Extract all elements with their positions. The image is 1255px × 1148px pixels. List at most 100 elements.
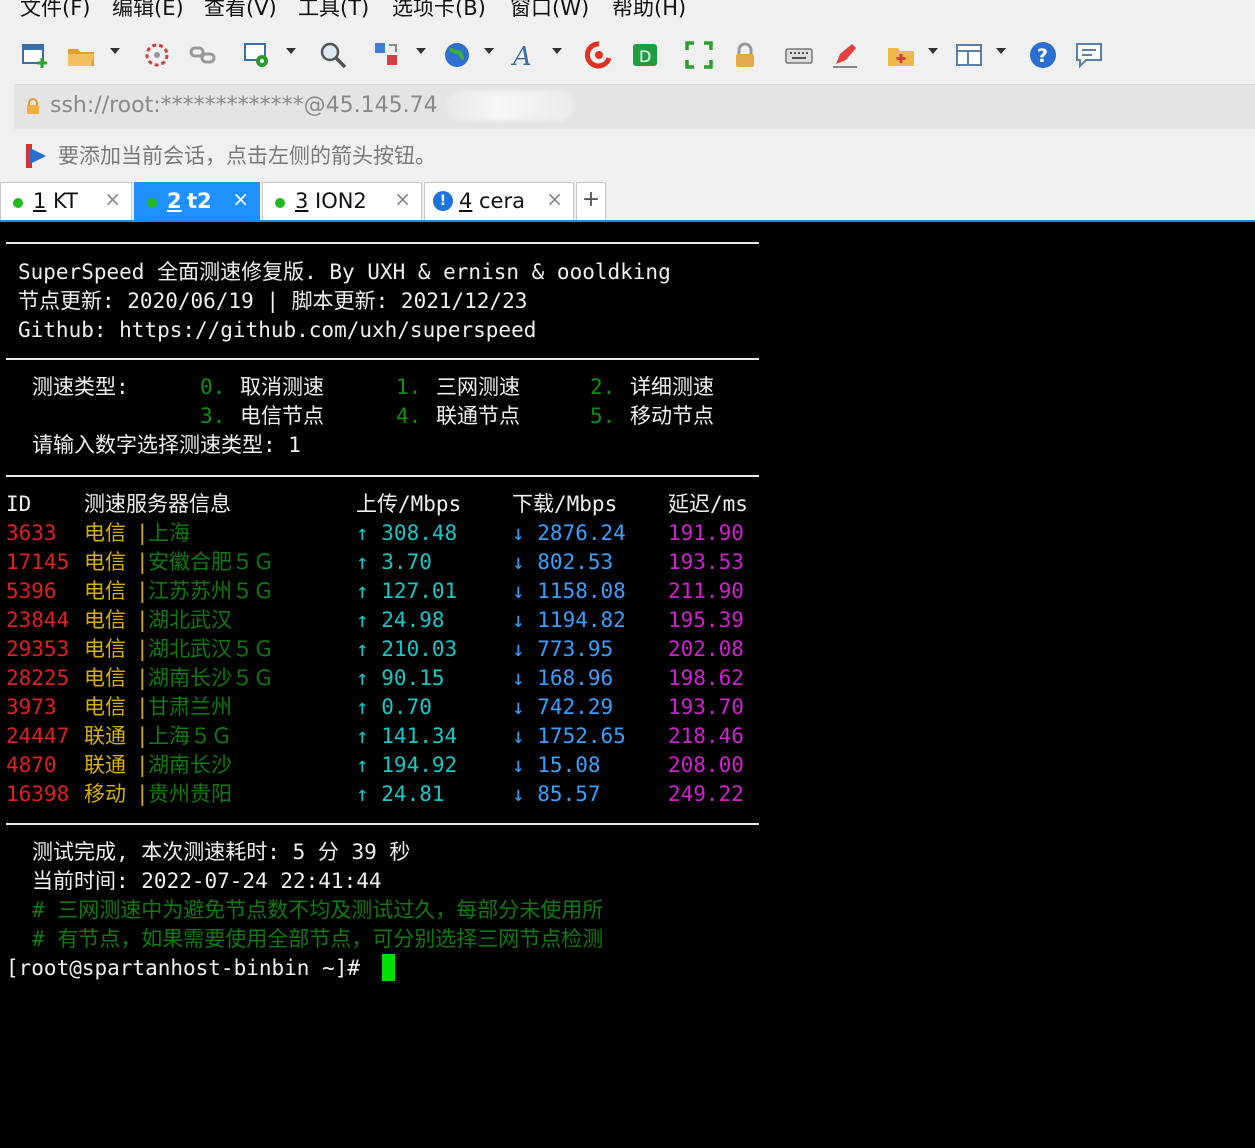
lock-icon bbox=[27, 98, 39, 114]
open-folder-icon[interactable] bbox=[64, 38, 98, 72]
row-location: 江苏苏州５Ｇ bbox=[148, 579, 274, 603]
row-separator: | bbox=[136, 521, 149, 545]
tab-4[interactable]: ! 4 cera × bbox=[424, 182, 574, 220]
redaction-blur bbox=[446, 91, 574, 121]
note-line: # 三网测速中为避免节点数不均及测试过久，每部分未使用所 bbox=[32, 898, 604, 922]
choice-prompt: 请输入数字选择测速类型: 1 bbox=[32, 433, 301, 457]
header-server: 测速服务器信息 bbox=[84, 492, 231, 516]
row-location: 湖南长沙５Ｇ bbox=[148, 666, 274, 690]
layout-icon[interactable] bbox=[952, 38, 986, 72]
menu-view[interactable]: 查看(V) bbox=[204, 0, 277, 22]
menu-tools[interactable]: 工具(T) bbox=[298, 0, 369, 22]
globe-icon[interactable] bbox=[440, 38, 474, 72]
xmanager-icon[interactable]: D bbox=[628, 38, 662, 72]
header-upload: 上传/Mbps bbox=[356, 492, 462, 516]
row-upload: ↑ 24.98 bbox=[356, 608, 445, 632]
banner-line: Github: https://github.com/uxh/superspee… bbox=[18, 318, 537, 342]
row-download: ↓ 773.95 bbox=[512, 637, 614, 661]
row-download: ↓ 85.57 bbox=[512, 782, 601, 806]
row-upload: ↑ 3.70 bbox=[356, 550, 432, 574]
row-separator: | bbox=[136, 579, 149, 603]
row-upload: ↑ 0.70 bbox=[356, 695, 432, 719]
row-id: 29353 bbox=[6, 637, 70, 661]
row-latency: 208.00 bbox=[668, 753, 744, 777]
row-download: ↓ 168.96 bbox=[512, 666, 614, 690]
tab-1[interactable]: 1 KT × bbox=[0, 182, 132, 220]
tab-number: 3 bbox=[295, 189, 309, 213]
new-session-icon[interactable] bbox=[18, 38, 52, 72]
row-id: 3973 bbox=[6, 695, 57, 719]
row-separator: | bbox=[136, 637, 149, 661]
close-tab-icon[interactable]: × bbox=[546, 187, 563, 211]
terminal[interactable]: SuperSpeed 全面测速修复版. By UXH & ernisn & oo… bbox=[0, 224, 1255, 1148]
svg-text:A: A bbox=[511, 42, 532, 70]
row-isp: 电信 bbox=[84, 695, 126, 719]
row-isp: 移动 bbox=[84, 782, 126, 806]
font-icon[interactable]: A bbox=[508, 38, 542, 72]
time-line: 当前时间: 2022-07-24 22:41:44 bbox=[32, 869, 382, 893]
row-location: 湖北武汉 bbox=[148, 608, 232, 632]
chat-icon[interactable] bbox=[1072, 38, 1106, 72]
menu-file[interactable]: 文件(F) bbox=[20, 0, 90, 22]
close-tab-icon[interactable]: × bbox=[232, 187, 249, 211]
address-bar[interactable]: ssh://root:*************@45.145.74 bbox=[14, 84, 1255, 129]
open-dropdown-icon[interactable] bbox=[110, 48, 120, 54]
tab-bar: 1 KT × 2 t2 × 3 ION2 × ! 4 cera × + bbox=[0, 182, 1255, 222]
connected-dot-icon bbox=[275, 198, 285, 208]
window-chrome: 文件(F) 编辑(E) 查看(V) 工具(T) 选项卡(B) 窗口(W) 帮助(… bbox=[0, 0, 1255, 222]
hint-text: 要添加当前会话，点击左侧的箭头按钮。 bbox=[58, 144, 436, 168]
help-icon[interactable]: ? bbox=[1026, 38, 1060, 72]
header-download: 下载/Mbps bbox=[512, 492, 618, 516]
layout-dropdown-icon[interactable] bbox=[996, 48, 1006, 54]
row-latency: 202.08 bbox=[668, 637, 744, 661]
row-isp: 电信 bbox=[84, 579, 126, 603]
row-location: 上海５Ｇ bbox=[148, 724, 232, 748]
session-settings-icon[interactable] bbox=[240, 38, 274, 72]
row-upload: ↑ 24.81 bbox=[356, 782, 445, 806]
menu-tabs[interactable]: 选项卡(B) bbox=[392, 0, 486, 22]
connected-dot-icon bbox=[147, 198, 157, 208]
menu-label: 测速类型: bbox=[32, 375, 129, 399]
settings-dropdown-icon[interactable] bbox=[286, 48, 296, 54]
option-label: 详细测速 bbox=[630, 375, 714, 399]
row-separator: | bbox=[136, 782, 149, 806]
divider bbox=[6, 475, 759, 477]
row-location: 安徽合肥５Ｇ bbox=[148, 550, 274, 574]
done-line: 测试完成, 本次测速耗时: 5 分 39 秒 bbox=[32, 840, 411, 864]
row-upload: ↑ 210.03 bbox=[356, 637, 458, 661]
option-label: 移动节点 bbox=[630, 404, 714, 428]
menu-window[interactable]: 窗口(W) bbox=[510, 0, 589, 22]
row-latency: 193.53 bbox=[668, 550, 744, 574]
font-dropdown-icon[interactable] bbox=[552, 48, 562, 54]
new-tab-button[interactable]: + bbox=[576, 182, 606, 220]
keyboard-icon[interactable] bbox=[782, 38, 816, 72]
row-separator: | bbox=[136, 753, 149, 777]
option-label: 三网测速 bbox=[436, 375, 520, 399]
add-folder-icon[interactable] bbox=[884, 38, 918, 72]
row-upload: ↑ 90.15 bbox=[356, 666, 445, 690]
fullscreen-icon[interactable] bbox=[682, 38, 716, 72]
highlight-pen-icon[interactable] bbox=[828, 38, 862, 72]
close-tab-icon[interactable]: × bbox=[394, 187, 411, 211]
divider bbox=[6, 358, 759, 360]
transfer-dropdown-icon[interactable] bbox=[416, 48, 426, 54]
row-isp: 联通 bbox=[84, 724, 126, 748]
transfer-icon[interactable] bbox=[370, 38, 404, 72]
menu-help[interactable]: 帮助(H) bbox=[612, 0, 686, 22]
globe-dropdown-icon[interactable] bbox=[484, 48, 494, 54]
row-separator: | bbox=[136, 724, 149, 748]
disconnect-icon[interactable] bbox=[140, 38, 174, 72]
menu-edit[interactable]: 编辑(E) bbox=[112, 0, 184, 22]
lock-icon[interactable] bbox=[728, 38, 762, 72]
add-folder-dropdown-icon[interactable] bbox=[928, 48, 938, 54]
xftp-icon[interactable] bbox=[582, 38, 616, 72]
close-tab-icon[interactable]: × bbox=[104, 187, 121, 211]
tab-3[interactable]: 3 ION2 × bbox=[262, 182, 422, 220]
search-icon[interactable] bbox=[316, 38, 350, 72]
address-url[interactable]: ssh://root:*************@45.145.74 bbox=[50, 93, 438, 118]
add-session-arrow-icon[interactable] bbox=[22, 142, 50, 170]
tab-2[interactable]: 2 t2 × bbox=[134, 182, 260, 220]
row-id: 3633 bbox=[6, 521, 57, 545]
row-id: 23844 bbox=[6, 608, 70, 632]
link-icon[interactable] bbox=[186, 38, 220, 72]
